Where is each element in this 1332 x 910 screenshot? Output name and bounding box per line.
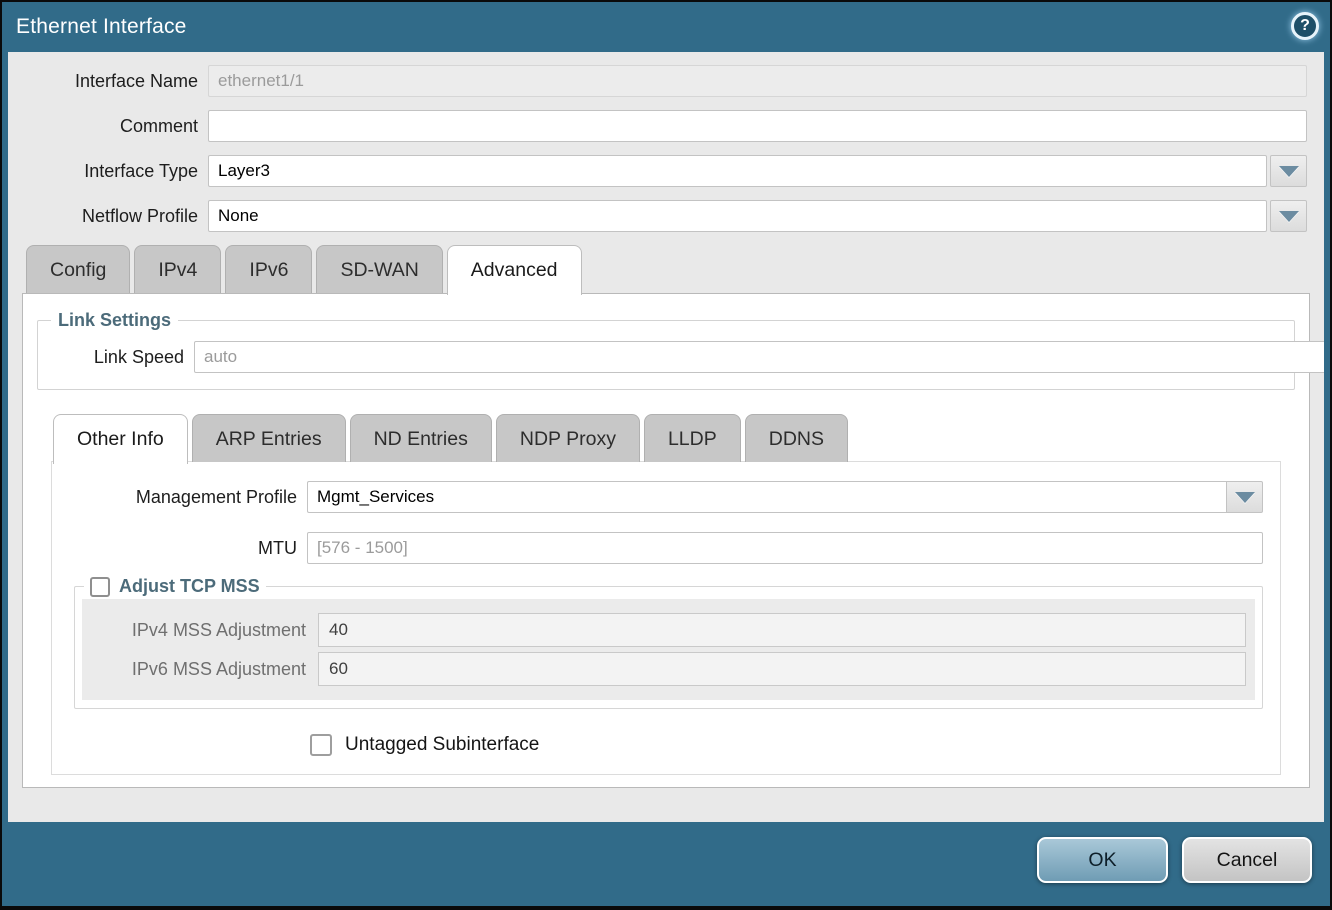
tab-config[interactable]: Config — [26, 245, 130, 293]
link-settings-group: Link Settings Link Speed Link Duplex Lin… — [37, 310, 1295, 390]
comment-label: Comment — [8, 116, 208, 137]
interface-type-value: Layer3 — [208, 155, 1267, 187]
mss-fields-panel: IPv4 MSS Adjustment IPv6 MSS Adjustment — [82, 599, 1255, 700]
chevron-down-icon — [1279, 166, 1299, 177]
comment-field[interactable] — [208, 110, 1307, 142]
other-info-panel: Management Profile Mgmt_Services MTU — [51, 461, 1281, 775]
ipv6-mss-row: IPv6 MSS Adjustment — [91, 652, 1246, 686]
subtab-ndp-proxy[interactable]: NDP Proxy — [496, 414, 640, 462]
ok-button[interactable]: OK — [1037, 837, 1168, 883]
dialog-body: Interface Name Comment Interface Type La… — [8, 52, 1324, 822]
netflow-profile-label: Netflow Profile — [8, 206, 208, 227]
chevron-down-icon — [1279, 211, 1299, 222]
footer-bar: OK Cancel — [4, 818, 1328, 902]
netflow-profile-value: None — [208, 200, 1267, 232]
subtab-lldp[interactable]: LLDP — [644, 414, 741, 462]
ipv4-mss-field — [318, 613, 1246, 647]
management-profile-row: Management Profile Mgmt_Services — [52, 481, 1263, 513]
ethernet-interface-dialog: Ethernet Interface ? Interface Name Comm… — [0, 0, 1332, 910]
management-profile-dropdown-button[interactable] — [1226, 481, 1263, 513]
interface-name-row: Interface Name — [8, 65, 1307, 97]
help-icon[interactable]: ? — [1291, 12, 1319, 40]
subtab-nd-entries[interactable]: ND Entries — [350, 414, 492, 462]
tab-ipv4[interactable]: IPv4 — [134, 245, 221, 293]
link-settings-legend: Link Settings — [51, 310, 178, 331]
comment-row: Comment — [8, 110, 1307, 142]
ipv4-mss-row: IPv4 MSS Adjustment — [91, 613, 1246, 647]
title-bar: Ethernet Interface ? — [2, 2, 1330, 52]
netflow-profile-select[interactable]: None — [208, 200, 1307, 232]
adjust-tcp-mss-label: Adjust TCP MSS — [119, 576, 260, 597]
ipv4-mss-label: IPv4 MSS Adjustment — [91, 620, 318, 641]
cancel-button[interactable]: Cancel — [1182, 837, 1312, 883]
ipv6-mss-field — [318, 652, 1246, 686]
interface-type-dropdown-button[interactable] — [1270, 155, 1307, 187]
management-profile-label: Management Profile — [52, 487, 307, 508]
untagged-subinterface-label: Untagged Subinterface — [345, 734, 539, 756]
tab-sd-wan[interactable]: SD-WAN — [316, 245, 442, 293]
link-speed-field[interactable] — [194, 341, 1324, 373]
advanced-tab-panel: Link Settings Link Speed Link Duplex Lin… — [22, 293, 1310, 788]
sub-tab-bar: Other Info ARP Entries ND Entries NDP Pr… — [23, 414, 1309, 462]
interface-type-select[interactable]: Layer3 — [208, 155, 1307, 187]
subtab-other-info[interactable]: Other Info — [53, 414, 188, 464]
tab-advanced[interactable]: Advanced — [447, 245, 582, 295]
subtab-arp-entries[interactable]: ARP Entries — [192, 414, 346, 462]
adjust-tcp-mss-group: Adjust TCP MSS IPv4 MSS Adjustment IPv6 … — [74, 576, 1263, 709]
interface-type-row: Interface Type Layer3 — [8, 155, 1307, 187]
subtab-ddns[interactable]: DDNS — [745, 414, 848, 462]
link-settings-row: Link Speed Link Duplex Link State auto — [46, 341, 1286, 373]
untagged-subinterface-row: Untagged Subinterface — [310, 734, 1280, 756]
chevron-down-icon — [1235, 492, 1255, 503]
page-title: Ethernet Interface — [16, 15, 187, 39]
interface-name-label: Interface Name — [8, 71, 208, 92]
dialog-frame: Ethernet Interface ? Interface Name Comm… — [2, 2, 1330, 906]
netflow-profile-dropdown-button[interactable] — [1270, 200, 1307, 232]
interface-name-field — [208, 65, 1307, 97]
mtu-row: MTU — [52, 532, 1263, 564]
adjust-tcp-mss-checkbox[interactable] — [90, 577, 110, 597]
management-profile-select[interactable]: Mgmt_Services — [307, 481, 1263, 513]
mtu-label: MTU — [52, 538, 307, 559]
main-tab-bar: Config IPv4 IPv6 SD-WAN Advanced — [8, 245, 1324, 293]
ipv6-mss-label: IPv6 MSS Adjustment — [91, 659, 318, 680]
untagged-subinterface-checkbox[interactable] — [310, 734, 332, 756]
adjust-tcp-mss-legend: Adjust TCP MSS — [84, 576, 266, 597]
link-speed-label: Link Speed — [46, 347, 194, 368]
netflow-profile-row: Netflow Profile None — [8, 200, 1307, 232]
interface-type-label: Interface Type — [8, 161, 208, 182]
tab-ipv6[interactable]: IPv6 — [225, 245, 312, 293]
management-profile-value: Mgmt_Services — [307, 481, 1226, 513]
mtu-field[interactable] — [307, 532, 1263, 564]
